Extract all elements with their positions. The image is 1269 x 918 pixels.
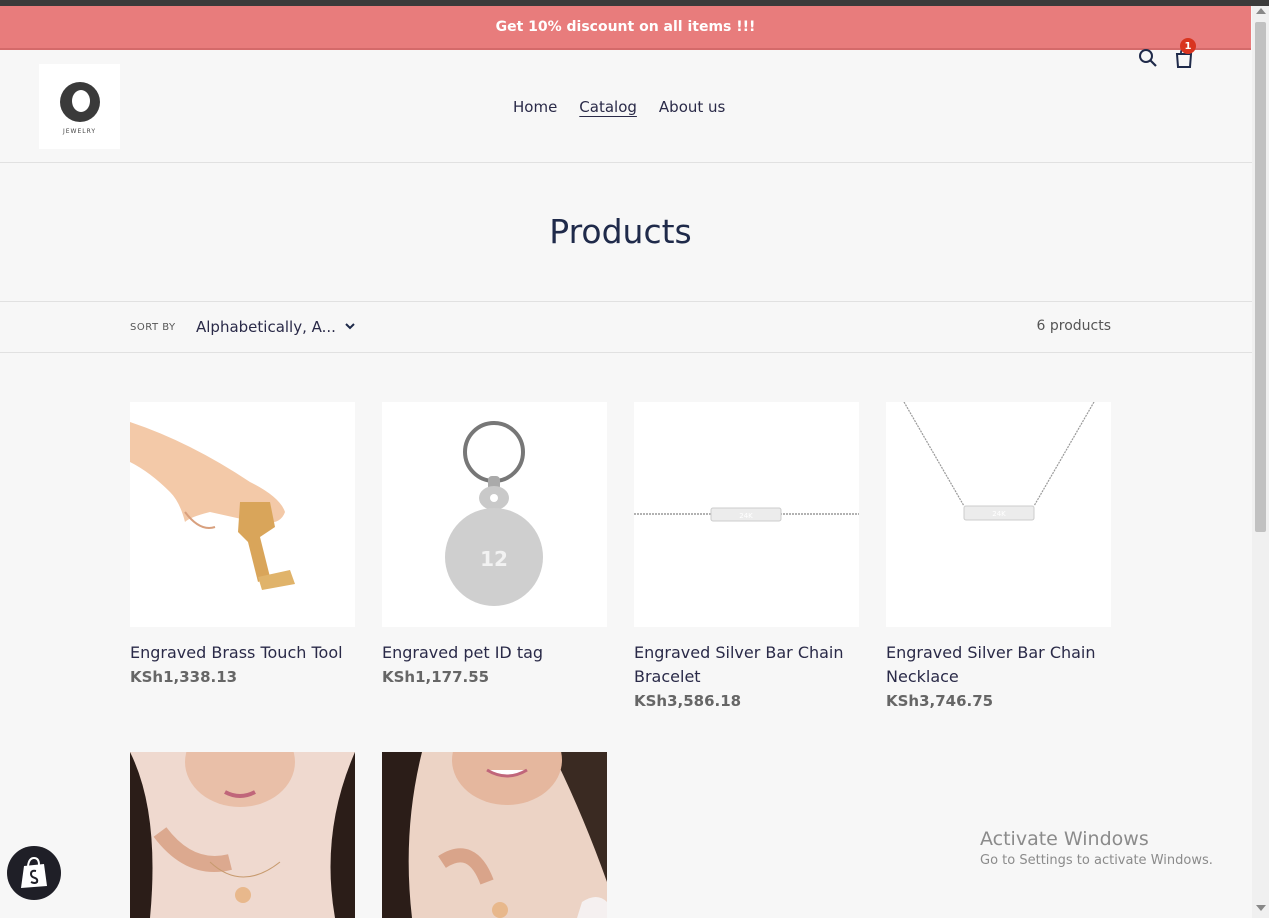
scroll-down-arrow-icon[interactable] bbox=[1256, 905, 1266, 911]
product-image-pet-id-tag[interactable]: 12 bbox=[382, 402, 607, 627]
product-image-pendant-model[interactable] bbox=[382, 752, 607, 918]
windows-activation-watermark: Activate Windows Go to Settings to activ… bbox=[980, 828, 1213, 868]
product-image-silver-necklace[interactable]: 24K bbox=[886, 402, 1111, 627]
product-image-silver-bracelet[interactable]: 24K bbox=[634, 402, 859, 627]
store-logo[interactable]: JEWELRY bbox=[39, 64, 120, 149]
product-card[interactable] bbox=[130, 752, 355, 918]
announcement-text: Get 10% discount on all items !!! bbox=[495, 19, 756, 35]
cart-count-badge: 1 bbox=[1180, 38, 1196, 54]
nav-catalog[interactable]: Catalog bbox=[579, 98, 637, 116]
shopify-bag-icon bbox=[21, 856, 47, 888]
product-name[interactable]: Engraved pet ID tag bbox=[382, 641, 607, 665]
scroll-up-arrow-icon[interactable] bbox=[1256, 8, 1266, 14]
announcement-bar: Get 10% discount on all items !!! bbox=[0, 6, 1251, 50]
logo-emblem bbox=[59, 82, 100, 122]
tag-engraving: 12 bbox=[480, 547, 508, 571]
bar-engraving: 24K bbox=[739, 512, 753, 520]
site-header: JEWELRY Home Catalog About us bbox=[0, 50, 1252, 163]
product-price: KSh1,338.13 bbox=[130, 668, 238, 686]
main-nav: Home Catalog About us bbox=[513, 98, 725, 116]
watermark-title: Activate Windows bbox=[980, 828, 1149, 850]
sort-label: SORT BY bbox=[130, 322, 176, 333]
shopify-chat-button[interactable] bbox=[7, 846, 61, 900]
product-card[interactable]: 24K Engraved Silver Bar Chain Bracelet K… bbox=[634, 402, 859, 713]
product-price: KSh3,746.75 bbox=[886, 692, 994, 710]
sort-select[interactable]: Alphabetically, A... bbox=[196, 318, 336, 336]
scrollbar-thumb[interactable] bbox=[1255, 22, 1266, 532]
chevron-down-icon[interactable] bbox=[344, 320, 356, 332]
nav-about-us[interactable]: About us bbox=[659, 98, 725, 116]
watermark-subtitle: Go to Settings to activate Windows. bbox=[980, 853, 1213, 868]
filter-bar: SORT BY Alphabetically, A... 6 products bbox=[0, 301, 1252, 353]
product-count: 6 products bbox=[1036, 318, 1112, 334]
product-name[interactable]: Engraved Silver Bar Chain Necklace bbox=[886, 641, 1111, 689]
product-image-brass-touch-tool[interactable] bbox=[130, 402, 355, 627]
product-card[interactable]: 12 Engraved pet ID tag KSh1,177.55 bbox=[382, 402, 607, 689]
page-title: Products bbox=[549, 212, 692, 251]
product-price: KSh1,177.55 bbox=[382, 668, 490, 686]
search-icon[interactable] bbox=[1138, 48, 1158, 68]
product-card[interactable] bbox=[382, 752, 607, 918]
product-card[interactable]: 24K Engraved Silver Bar Chain Necklace K… bbox=[886, 402, 1111, 713]
product-price: KSh3,586.18 bbox=[634, 692, 742, 710]
product-card[interactable]: Engraved Brass Touch Tool KSh1,338.13 bbox=[130, 402, 355, 689]
product-name[interactable]: Engraved Silver Bar Chain Bracelet bbox=[634, 641, 859, 689]
logo-text: JEWELRY bbox=[62, 128, 97, 135]
bar-engraving: 24K bbox=[992, 510, 1006, 518]
product-name[interactable]: Engraved Brass Touch Tool bbox=[130, 641, 355, 665]
product-image-necklace-model[interactable] bbox=[130, 752, 355, 918]
nav-home[interactable]: Home bbox=[513, 98, 557, 116]
